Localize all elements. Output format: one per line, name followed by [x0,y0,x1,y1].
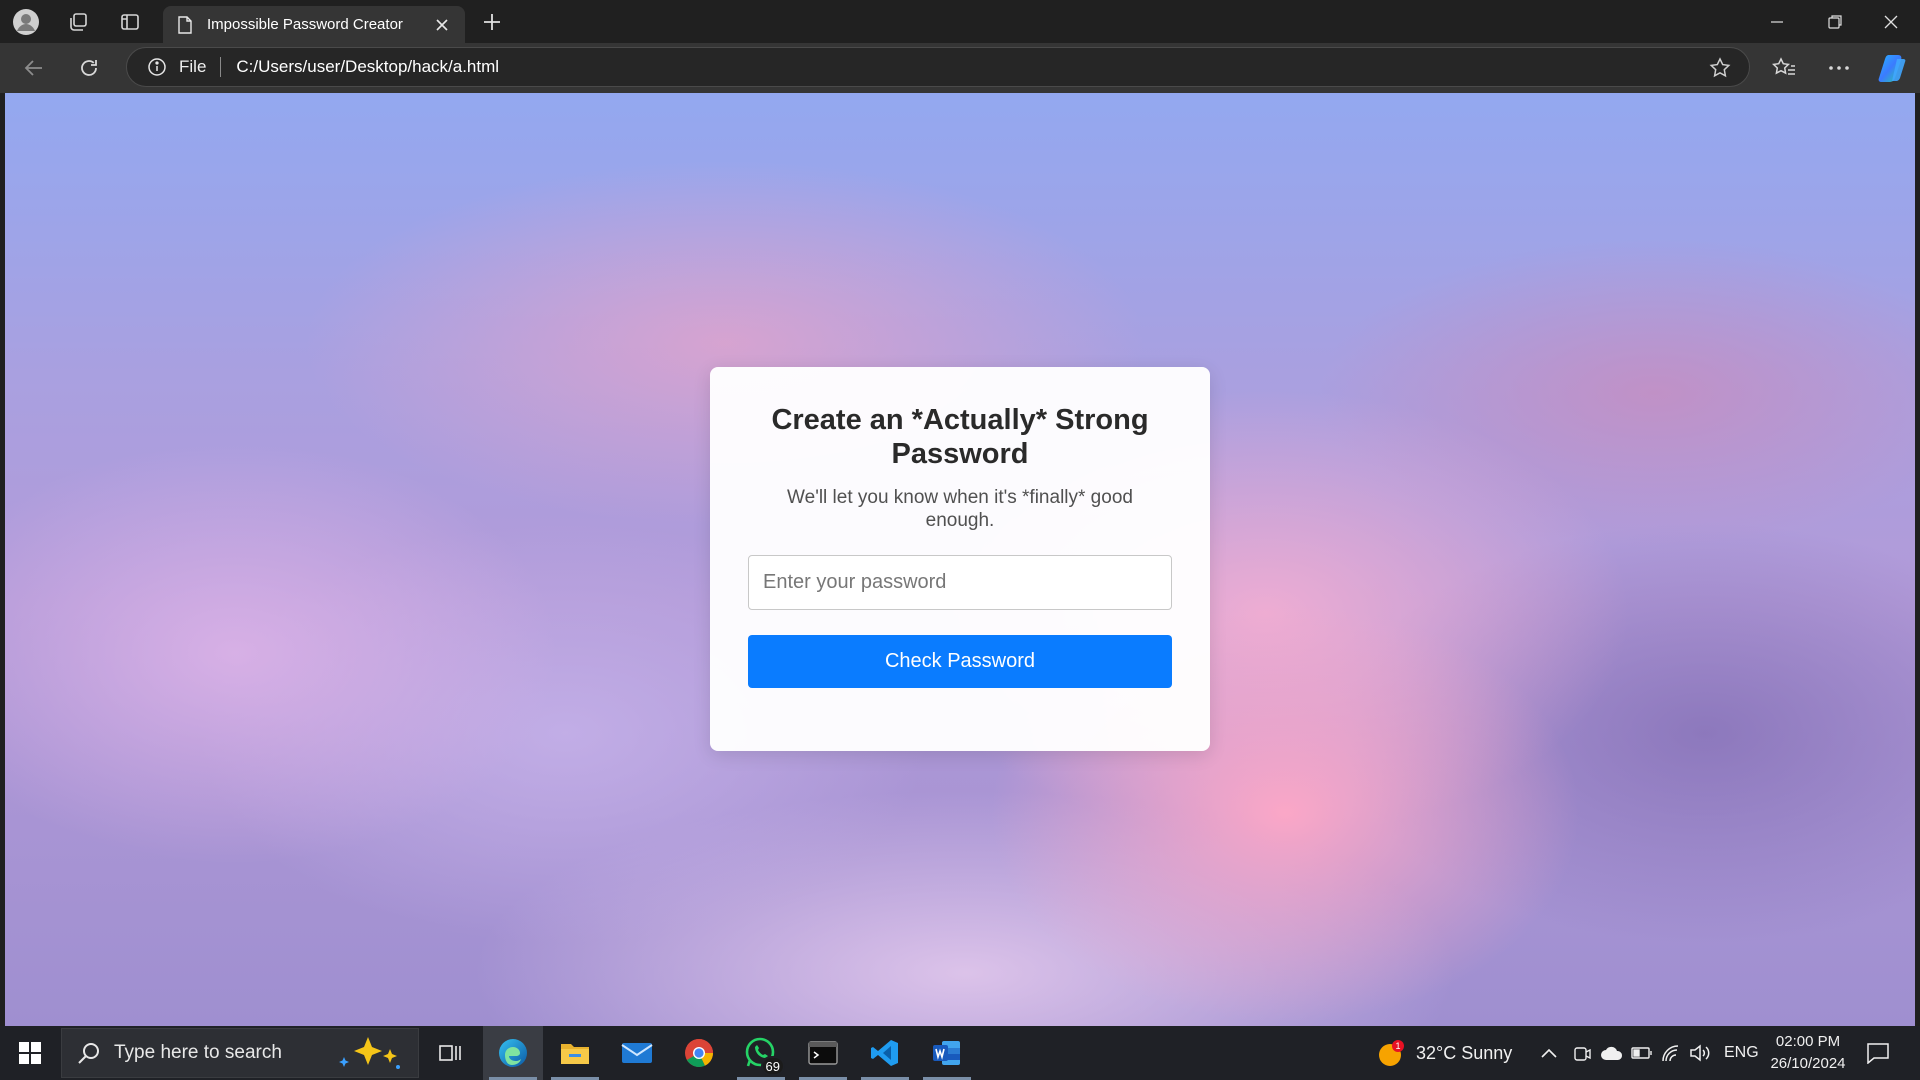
minimize-button[interactable] [1748,0,1806,43]
search-icon [78,1043,99,1064]
word-icon[interactable] [917,1026,977,1080]
system-clock[interactable]: 02:00 PM 26/10/2024 [1760,1031,1856,1075]
check-password-button[interactable]: Check Password [748,635,1172,688]
volume-icon[interactable] [1689,1026,1711,1080]
weather-text: 32°C Sunny [1416,1042,1513,1063]
password-card: Create an *Actually* Strong Password We'… [710,367,1210,751]
password-input[interactable] [748,555,1172,610]
favorite-star-icon[interactable] [1709,57,1731,79]
whatsapp-unread-badge: 69 [760,1056,785,1076]
wifi-icon[interactable] [1661,1026,1681,1080]
sparkle-icon [339,1037,400,1069]
browser-tab-active[interactable]: Impossible Password Creator [163,6,465,43]
workspaces-icon[interactable] [52,0,104,43]
task-view-icon[interactable] [420,1026,480,1080]
new-tab-button[interactable] [476,6,508,38]
close-window-button[interactable] [1862,0,1920,43]
onedrive-cloud-icon[interactable] [1600,1026,1624,1080]
tab-title: Impossible Password Creator [207,16,403,33]
terminal-icon[interactable] [793,1026,853,1080]
address-separator [220,57,222,77]
taskbar-search-box[interactable]: Type here to search [61,1028,419,1078]
weather-badge: 1 [1395,1041,1400,1051]
restore-button[interactable] [1806,0,1864,43]
page-heading: Create an *Actually* Strong Password [771,404,1149,470]
close-tab-icon[interactable] [431,14,453,36]
meet-now-icon[interactable] [1572,1026,1592,1080]
weather-widget[interactable]: 1 32°C Sunny [1376,1026,1512,1080]
windows-start-icon[interactable] [0,1026,60,1080]
input-language[interactable]: ENG [1724,1026,1759,1080]
site-info-icon[interactable] [147,57,167,77]
sun-icon: 1 [1379,1040,1404,1066]
notification-center-icon[interactable] [1866,1026,1890,1080]
clock-date: 26/10/2024 [1770,1055,1846,1072]
battery-icon[interactable] [1631,1026,1653,1080]
whatsapp-icon[interactable]: 69 [731,1026,791,1080]
browser-toolbar: File C:/Users/user/Desktop/hack/a.html [0,43,1920,93]
windows-taskbar: Type here to search 69 1 32°C Sunny ENG … [0,1026,1920,1080]
search-placeholder: Type here to search [114,1042,282,1063]
refresh-button[interactable] [72,52,106,84]
mail-icon[interactable] [607,1026,667,1080]
edge-taskbar-icon[interactable] [483,1026,543,1080]
address-bar[interactable]: File C:/Users/user/Desktop/hack/a.html [126,47,1750,87]
page-subheading: We'll let you know when it's *finally* g… [787,487,1133,531]
clock-time: 02:00 PM [1775,1033,1841,1050]
vertical-tabs-icon[interactable] [104,0,156,43]
vscode-icon[interactable] [855,1026,915,1080]
chrome-icon[interactable] [669,1026,729,1080]
file-explorer-icon[interactable] [545,1026,605,1080]
address-url[interactable]: C:/Users/user/Desktop/hack/a.html [236,57,499,77]
favorites-icon[interactable] [1767,52,1801,84]
show-hidden-icons-chevron-up-icon[interactable] [1540,1026,1558,1080]
copilot-icon[interactable] [1876,52,1910,84]
address-scheme-label: File [179,57,207,76]
more-options-icon[interactable] [1822,52,1856,84]
page-document-icon [178,15,192,34]
back-button[interactable] [17,52,51,84]
profile-avatar-icon[interactable] [0,0,52,43]
page-viewport: Create an *Actually* Strong Password We'… [5,93,1915,1026]
